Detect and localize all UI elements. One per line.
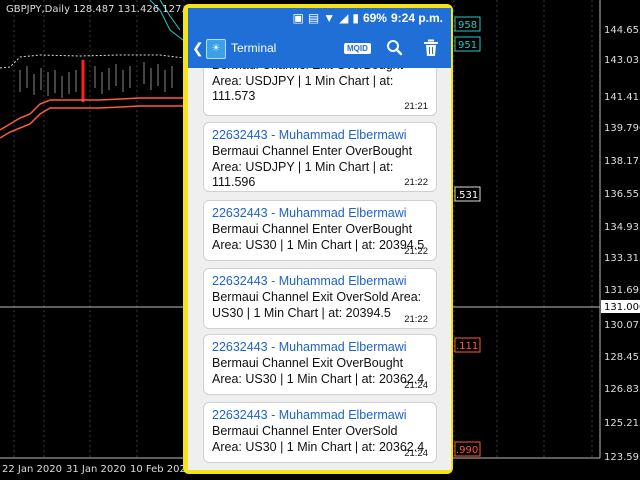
message-body: Bermaui Channel Enter OverSold Area: US3… [212,424,425,454]
message-sender: 22632443 - Muhammad Elbermawi [212,274,407,288]
time-axis-ticks: 22 Jan 2020 31 Jan 2020 10 Feb 2020 [2,464,192,475]
price-tick-label: 128.455 [604,352,640,363]
message-time: 21:22 [404,177,428,188]
message-card[interactable]: 22632443 - Muhammad Elbermawi Bermaui Cha… [203,402,437,463]
price-tick-label: 131.000 [604,302,640,313]
message-list[interactable]: Bermaui Channel Exit OverBought Area: US… [188,68,451,470]
price-tag-3: .531 [456,190,478,201]
message-card[interactable]: 22632443 - Muhammad Elbermawi Bermaui Cha… [203,200,437,261]
phone-screen: ▣ ▤ ▼ ◢ ▮ 69% 9:24 p.m. ❮ ☀ Terminal MQI… [188,8,451,470]
price-tag-1: 958 [458,20,477,31]
status-bar: ▣ ▤ ▼ ◢ ▮ 69% 9:24 p.m. [188,8,451,30]
price-tag-2: 951 [458,40,477,51]
time-tick-label: 22 Jan 2020 [2,464,62,475]
message-body: Bermaui Channel Exit OverSold Area: US30… [212,290,422,320]
message-body: Bermaui Channel Exit OverBought Area: US… [212,356,425,386]
price-tick-label: 125.215 [604,418,640,429]
message-card[interactable]: 22632443 - Muhammad Elbermawi Bermaui Cha… [203,268,437,329]
search-icon[interactable] [385,39,403,57]
wifi-icon: ▼ [323,11,336,25]
trash-icon[interactable] [423,39,439,57]
signal-icon: ◢ [339,11,349,25]
price-tick-label: 138.175 [604,156,640,167]
price-tick-label: 139.790 [604,123,640,134]
message-card[interactable]: 22632443 - Muhammad Elbermawi Bermaui Cha… [203,122,437,192]
message-sender: 22632443 - Muhammad Elbermawi [212,206,407,220]
price-tick-label: 134.935 [604,222,640,233]
price-tag-4: .111 [456,341,478,352]
app-logo-icon: ☀ [206,39,226,59]
message-sender: 22632443 - Muhammad Elbermawi [212,128,407,142]
clock: 9:24 p.m. [390,11,443,25]
message-body: Bermaui Channel Exit OverBought Area: US… [212,68,403,103]
message-time: 21:21 [404,101,428,112]
price-tick-label: 143.035 [604,55,640,66]
message-card[interactable]: Bermaui Channel Exit OverBought Area: US… [203,68,437,116]
time-tick-label: 31 Jan 2020 [66,464,126,475]
app-title: Terminal [231,41,277,55]
notification-icon: ▣ [292,11,304,25]
price-tick-label: 123.595 [604,452,640,463]
vibrate-icon: ▤ [307,11,320,25]
message-time: 21:24 [404,448,428,459]
price-tick-label: 126.835 [604,384,640,395]
price-tick-label: 131.695 [604,285,640,296]
message-sender: 22632443 - Muhammad Elbermawi [212,340,407,354]
price-tick-label: 136.555 [604,189,640,200]
price-tick-label: 141.415 [604,92,640,103]
back-chevron-icon[interactable]: ❮ [192,40,204,57]
chart-title: GBPJPY,Daily 128.487 131.426 127.998 [6,4,204,15]
message-time: 21:24 [404,380,428,391]
message-time: 21:22 [404,246,428,257]
message-time: 21:22 [404,314,428,325]
message-card[interactable]: 22632443 - Muhammad Elbermawi Bermaui Cha… [203,334,437,395]
mqid-badge-button[interactable]: MQID [344,43,371,54]
price-tick-label: 130.075 [604,320,640,331]
price-tick-label: 133.315 [604,253,640,264]
app-bar: ❮ ☀ Terminal MQID [188,30,451,68]
message-body: Bermaui Channel Enter OverBought Area: U… [212,144,413,189]
message-body: Bermaui Channel Enter OverBought Area: U… [212,222,425,252]
battery-icon: ▮ [352,11,359,25]
price-tick-label: 144.655 [604,25,640,36]
message-sender: 22632443 - Muhammad Elbermawi [212,408,407,422]
battery-level: 69% [362,11,387,25]
price-tag-5: .990 [456,445,478,456]
